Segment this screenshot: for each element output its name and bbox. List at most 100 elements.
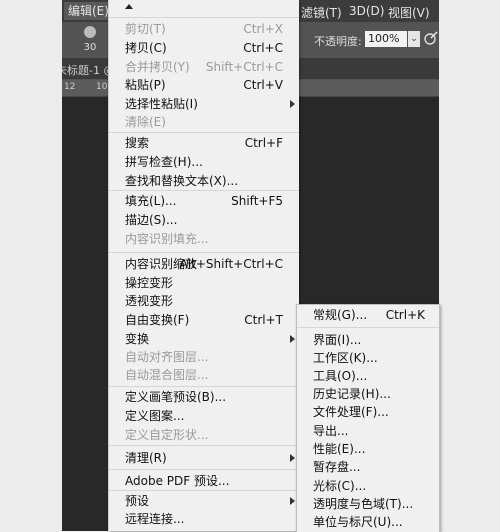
edit-menu-item[interactable]: 内容识别填充... [109, 230, 299, 248]
edit-menu-item-label: 内容识别填充... [125, 232, 209, 246]
edit-menu-item[interactable]: 自动对齐图层... [109, 348, 299, 366]
edit-menu-item[interactable]: 查找和替换文本(X)... [109, 172, 299, 190]
preferences-menu-item[interactable]: 历史记录(H)... [297, 385, 439, 403]
preferences-menu-item[interactable]: 界面(I)... [297, 331, 439, 349]
preferences-menu-item[interactable]: 暂存盘... [297, 458, 439, 476]
edit-menu-item[interactable]: 拼写检查(H)... [109, 153, 299, 171]
preferences-menu-item-label: 工作区(K)... [313, 351, 378, 365]
edit-menu-item-shortcut: Ctrl+F [244, 136, 283, 150]
edit-menu-item-label: 清理(R) [125, 451, 167, 465]
edit-menu-item[interactable]: Adobe PDF 预设... [109, 472, 299, 490]
edit-menu-item-label: 远程连接... [125, 512, 185, 526]
edit-menu-item-shortcut: Shift+Ctrl+C [205, 60, 283, 74]
edit-menu-item-label: 变换 [125, 332, 150, 346]
edit-menu-item-label: 预设 [125, 494, 150, 508]
preferences-menu-item-label: 文件处理(F)... [313, 405, 389, 419]
edit-menu-item[interactable]: 自动混合图层... [109, 366, 299, 384]
preferences-menu-item-label: 导出... [313, 424, 349, 438]
edit-menu-item[interactable]: 粘贴(P) Ctrl+V [109, 76, 299, 94]
brush-tip-icon [84, 26, 96, 38]
menu-separator [109, 445, 299, 446]
opacity-input[interactable]: 100% [365, 31, 407, 47]
edit-menu-item-label: 定义图案... [125, 409, 185, 423]
preferences-menu-item-label: 常规(G)... [313, 308, 368, 322]
edit-menu-item-label: 合并拷贝(Y) [125, 60, 190, 74]
menu-separator [109, 17, 299, 18]
edit-menu-item[interactable]: 操控变形 [109, 274, 299, 292]
edit-menu-item[interactable]: 填充(L)... Shift+F5 [109, 192, 299, 210]
edit-menu-item-label: 描边(S)... [125, 213, 178, 227]
edit-menu-item[interactable]: 搜索 Ctrl+F [109, 134, 299, 152]
edit-menu-item[interactable]: 定义图案... [109, 407, 299, 425]
preferences-menu-item-label: 单位与标尺(U)... [313, 515, 403, 529]
preferences-menu-item[interactable]: 透明度与色域(T)... [297, 495, 439, 513]
edit-menu-item-label: 自动混合图层... [125, 368, 209, 382]
airbrush-icon[interactable] [424, 31, 438, 45]
edit-menu-item-shortcut: Shift+F5 [231, 194, 283, 208]
submenu-arrow-icon [290, 100, 295, 108]
edit-menu-item[interactable]: 清除(E) [109, 113, 299, 131]
preferences-menu-item[interactable]: 光标(C)... [297, 477, 439, 495]
menu-separator [109, 190, 299, 191]
edit-menu-item-label: 选择性粘贴(I) [125, 97, 198, 111]
edit-menu-item[interactable]: 预设 [109, 492, 299, 510]
preferences-menu-item-label: 光标(C)... [313, 479, 367, 493]
edit-menu-item[interactable]: 清理(R) [109, 449, 299, 467]
preferences-menu-item[interactable]: 工作区(K)... [297, 349, 439, 367]
edit-menu-item[interactable]: 定义自定形状... [109, 426, 299, 444]
edit-menu-item-label: 剪切(T) [125, 22, 166, 36]
preferences-submenu: 常规(G)... Ctrl+K 界面(I)... 工作区(K)... 工具(O)... 历… [296, 304, 440, 532]
edit-menu-item[interactable]: 自由变换(F) Ctrl+T [109, 311, 299, 329]
preferences-menu-item[interactable]: 工具(O)... [297, 367, 439, 385]
preferences-menu-item-label: 性能(E)... [313, 442, 366, 456]
edit-menu-item[interactable]: 剪切(T) Ctrl+X [109, 20, 299, 38]
preferences-menu-item[interactable]: 性能(E)... [297, 440, 439, 458]
menu-view[interactable]: 视图(V) [388, 4, 430, 21]
menu-separator [109, 469, 299, 470]
edit-menu-item-label: 操控变形 [125, 276, 174, 290]
ruler-mark: 10 [96, 82, 108, 92]
edit-menu-item-label: 透视变形 [125, 294, 174, 308]
preferences-menu-item[interactable]: 常规(G)... Ctrl+K [297, 306, 439, 324]
edit-menu-item-label: 自动对齐图层... [125, 350, 209, 364]
menu-separator [109, 386, 299, 387]
edit-menu-item[interactable]: 描边(S)... [109, 211, 299, 229]
preferences-menu-item-label: 界面(I)... [313, 333, 362, 347]
scroll-up-arrow-icon[interactable] [125, 4, 133, 9]
menu-3d[interactable]: 3D(D) [349, 4, 384, 18]
edit-menu-item[interactable]: 选择性粘贴(I) [109, 95, 299, 113]
preferences-menu-item[interactable]: 文件处理(F)... [297, 403, 439, 421]
document-tab[interactable]: 未标题-1 @ [62, 62, 114, 78]
preferences-menu-item-label: 工具(O)... [313, 369, 368, 383]
edit-menu-item[interactable]: 内容识别缩放 Alt+Shift+Ctrl+C [109, 255, 299, 273]
edit-menu-item[interactable]: 远程连接... [109, 510, 299, 528]
edit-menu-item-label: 搜索 [125, 136, 150, 150]
submenu-arrow-icon [290, 497, 295, 505]
brush-size: 30 [83, 42, 97, 53]
edit-menu-item-label: 填充(L)... [125, 194, 177, 208]
chevron-down-icon[interactable]: ⌄ [408, 31, 420, 47]
menu-separator [109, 252, 299, 253]
edit-menu-item-shortcut: Ctrl+V [243, 78, 283, 92]
edit-menu-dropdown: 剪切(T) Ctrl+X 拷贝(C) Ctrl+C 合并拷贝(Y) Shift+Ctrl+… [108, 0, 299, 531]
preferences-menu-item[interactable]: 导出... [297, 422, 439, 440]
preferences-menu-item-label: 历史记录(H)... [313, 387, 391, 401]
edit-menu-item-shortcut: Ctrl+T [244, 313, 283, 327]
submenu-arrow-icon [290, 454, 295, 462]
edit-menu-item-label: Adobe PDF 预设... [125, 474, 230, 488]
edit-menu-item[interactable]: 合并拷贝(Y) Shift+Ctrl+C [109, 58, 299, 76]
edit-menu-item-shortcut: Ctrl+X [243, 22, 283, 36]
brush-preset-picker[interactable]: 30 [70, 24, 110, 56]
preferences-menu-item[interactable]: 单位与标尺(U)... [297, 513, 439, 531]
edit-menu-item[interactable]: 拷贝(C) Ctrl+C [109, 39, 299, 57]
edit-menu-item-label: 定义自定形状... [125, 428, 209, 442]
edit-menu-item-label: 自由变换(F) [125, 313, 190, 327]
edit-menu-item[interactable]: 透视变形 [109, 292, 299, 310]
edit-menu-item[interactable]: 定义画笔预设(B)... [109, 388, 299, 406]
menu-edit[interactable]: 编辑(E) [64, 2, 113, 20]
edit-menu-item[interactable]: 变换 [109, 330, 299, 348]
edit-menu-item-label: 粘贴(P) [125, 78, 166, 92]
menu-filter[interactable]: 滤镜(T) [301, 4, 342, 21]
edit-menu-item-shortcut: Ctrl+C [243, 41, 283, 55]
submenu-arrow-icon [290, 335, 295, 343]
